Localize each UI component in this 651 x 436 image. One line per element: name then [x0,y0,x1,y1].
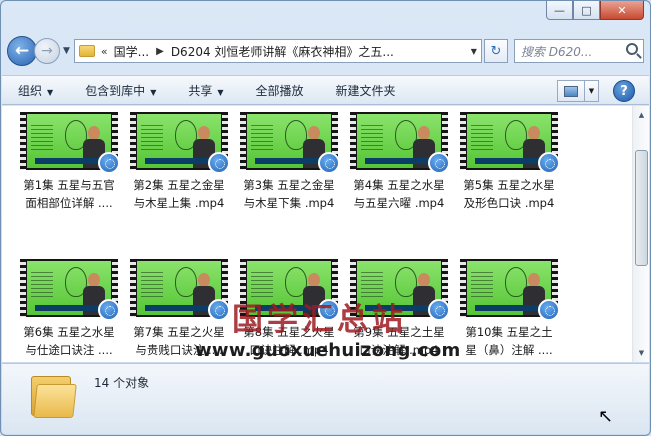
video-thumbnail [460,112,560,174]
maximize-button[interactable]: □ [573,1,600,20]
media-player-icon [538,152,560,174]
command-toolbar: 组织 ▼ 包含到库中 ▼ 共享 ▼ 全部播放 新建文件夹 ▼ ? [2,75,649,105]
mouse-cursor-icon: ↖ [598,406,614,427]
film-strip [130,259,136,317]
video-thumbnail [130,112,230,174]
file-name: 第10集 五星之土 星（鼻）注解 .... [465,325,553,357]
include-in-library-menu[interactable]: 包含到库中 ▼ [85,82,156,99]
scrollbar-thumb[interactable] [635,150,648,266]
breadcrumb-segment[interactable]: D6204 刘恒老师讲解《麻衣神相》之五... [171,43,394,60]
film-strip [460,259,466,317]
media-player-icon [98,299,120,321]
scroll-down-arrow-icon[interactable]: ▼ [634,345,649,361]
watermark-title: 国学汇总站 [232,302,407,338]
minimize-button[interactable]: — [546,1,573,20]
vertical-scrollbar[interactable]: ▲ ▼ [632,106,649,362]
file-item[interactable]: 第10集 五星之土 星（鼻）注解 .... [454,257,564,362]
search-placeholder: 搜索 D620... [520,44,593,59]
film-strip [130,112,136,170]
address-bar[interactable]: « 国学... ▶ D6204 刘恒老师讲解《麻衣神相》之五... ▼ [73,39,482,63]
caption-buttons: — □ ✕ [546,1,644,20]
file-name: 第2集 五星之金星 与木星上集 .mp4 [133,178,225,210]
back-button[interactable]: ← [7,36,37,66]
media-player-icon [318,152,340,174]
video-thumbnail [20,259,120,321]
file-item[interactable]: 第2集 五星之金星 与木星上集 .mp4 [124,110,234,257]
search-icon[interactable] [626,43,638,55]
film-strip [20,259,26,317]
file-name: 第3集 五星之金星 与木星下集 .mp4 [243,178,335,210]
organize-menu[interactable]: 组织 ▼ [18,82,53,99]
change-view-button[interactable] [557,80,585,102]
video-thumbnail [130,259,230,321]
folder-icon [31,372,77,418]
film-strip [20,112,26,170]
play-all-button[interactable]: 全部播放 [256,82,304,99]
details-pane: 14 个对象 ↖ [2,363,649,434]
forward-button[interactable]: → [34,38,60,64]
file-name: 第4集 五星之水星 与五星六曜 .mp4 [353,178,445,210]
file-item[interactable]: 第3集 五星之金星 与木星下集 .mp4 [234,110,344,257]
media-player-icon [208,152,230,174]
file-name: 第6集 五星之水星 与仕途口诀注 .... [23,325,115,357]
new-folder-button[interactable]: 新建文件夹 [336,82,396,99]
watermark-url: www.guoxuehuizong.com [195,340,461,361]
explorer-window: — □ ✕ ← → ▼ « 国学... ▶ D6204 刘恒老师讲解《麻衣神相》… [0,0,651,436]
item-count: 14 个对象 [94,376,150,390]
file-name: 第5集 五星之水星 及形色口诀 .mp4 [463,178,555,210]
help-button[interactable]: ? [613,80,635,102]
close-button[interactable]: ✕ [600,1,644,20]
media-player-icon [208,299,230,321]
scroll-up-arrow-icon[interactable]: ▲ [634,107,649,123]
media-player-icon [428,299,450,321]
media-player-icon [538,299,560,321]
file-item[interactable]: 第4集 五星之水星 与五星六曜 .mp4 [344,110,454,257]
media-player-icon [428,152,450,174]
film-strip [460,112,466,170]
recent-pages-dropdown[interactable]: ▼ [63,46,70,56]
search-input[interactable]: 搜索 D620... [513,39,644,63]
file-item[interactable]: 第5集 五星之水星 及形色口诀 .mp4 [454,110,564,257]
file-item[interactable]: 第6集 五星之水星 与仕途口诀注 .... [14,257,124,362]
video-thumbnail [20,112,120,174]
video-thumbnail [240,112,340,174]
film-strip [350,112,356,170]
video-thumbnail [350,112,450,174]
view-options-dropdown[interactable]: ▼ [585,80,599,102]
address-dropdown-icon[interactable]: ▼ [471,47,477,56]
view-icon [564,85,578,97]
video-thumbnail [460,259,560,321]
file-name: 第1集 五星与五官 面相部位详解 .... [23,178,115,210]
media-player-icon [98,152,120,174]
breadcrumb-separator-icon[interactable]: ▶ [156,46,164,57]
file-list-pane[interactable]: 第1集 五星与五官 面相部位详解 .... 第2集 五星之金星 与木星上集 .mp4 第… [2,106,649,362]
breadcrumb-segment[interactable]: 国学... [114,43,149,60]
refresh-button[interactable]: ↻ [483,39,508,63]
file-item[interactable]: 第1集 五星与五官 面相部位详解 .... [14,110,124,257]
film-strip [240,112,246,170]
share-menu[interactable]: 共享 ▼ [188,82,223,99]
folder-icon [78,45,95,57]
address-overflow-chevron[interactable]: « [101,45,108,58]
navigation-bar: ← → ▼ « 国学... ▶ D6204 刘恒老师讲解《麻衣神相》之五... … [7,35,644,67]
